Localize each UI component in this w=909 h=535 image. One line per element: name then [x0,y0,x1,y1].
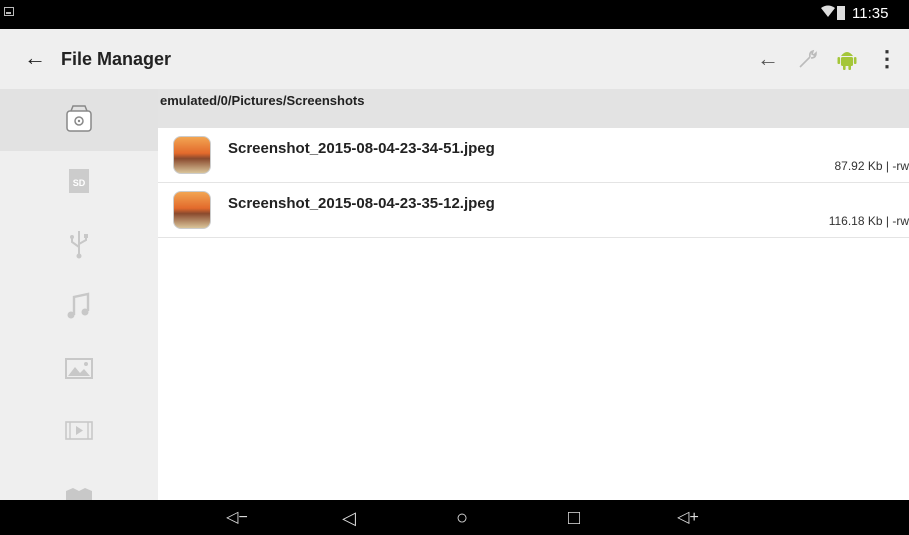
file-list: Screenshot_2015-08-04-23-34-51.jpeg 87.9… [158,128,909,238]
file-row[interactable]: Screenshot_2015-08-04-23-34-51.jpeg 87.9… [158,128,909,183]
sidebar-item-books[interactable] [0,461,158,500]
android-button[interactable] [834,43,860,75]
image-thumbnail-icon [173,191,211,229]
file-name: Screenshot_2015-08-04-23-35-12.jpeg [228,195,495,212]
book-icon [66,488,92,500]
wifi-icon [821,5,835,17]
notification-icon [4,7,14,16]
sd-card-label: SD [73,178,86,188]
volume-up-button[interactable]: ◁+ [673,506,703,530]
file-perms: -rw [892,159,909,173]
status-bar: 11:35 [0,0,909,29]
volume-down-button[interactable]: ◁− [222,506,252,530]
home-button[interactable]: ○ [450,506,474,530]
file-row[interactable]: Screenshot_2015-08-04-23-35-12.jpeg 116.… [158,183,909,238]
app-bar: ← File Manager ← ⋮ [0,29,909,89]
sidebar-item-video[interactable] [0,399,158,461]
back-arrow-icon: ← [757,46,779,71]
breadcrumb: emulated/0/Pictures/Screenshots [158,89,909,128]
navigate-up-button[interactable]: ← [754,43,782,75]
wrench-icon [799,49,817,68]
sidebar-item-sd-card[interactable]: SD [0,151,158,213]
status-time: 11:35 [852,5,889,22]
tools-button[interactable] [794,43,822,75]
image-icon [65,358,93,379]
sidebar-item-music[interactable] [0,275,158,337]
file-meta: 116.18 Kb | -rw [828,214,909,228]
file-name: Screenshot_2015-08-04-23-34-51.jpeg [228,140,495,157]
usb-icon [70,231,88,259]
video-icon [65,421,93,440]
recents-button[interactable]: □ [562,506,586,530]
app-title: File Manager [61,49,172,69]
android-icon [837,52,857,70]
file-meta: 87.92 Kb | -rw [834,159,909,173]
sidebar-item-images[interactable] [0,337,158,399]
file-size: 87.92 Kb [834,159,883,173]
sidebar-item-usb[interactable] [0,213,158,275]
system-nav-bar: ◁− ◁ ○ □ ◁+ [0,500,909,535]
current-path: emulated/0/Pictures/Screenshots [160,93,365,108]
overflow-menu-button[interactable]: ⋮ [876,43,898,75]
file-size: 116.18 Kb [828,214,883,228]
image-thumbnail-icon [173,136,211,174]
back-button[interactable]: ◁ [337,506,361,530]
music-icon [67,292,90,319]
sd-card-icon: SD [69,169,89,193]
back-arrow-icon[interactable]: ← [24,47,46,69]
sidebar-item-internal-storage[interactable] [0,89,158,151]
internal-storage-icon [66,105,92,132]
file-perms: -rw [892,214,909,228]
sidebar: SD [0,89,158,500]
battery-icon [837,6,845,20]
overflow-menu-icon: ⋮ [876,46,898,71]
